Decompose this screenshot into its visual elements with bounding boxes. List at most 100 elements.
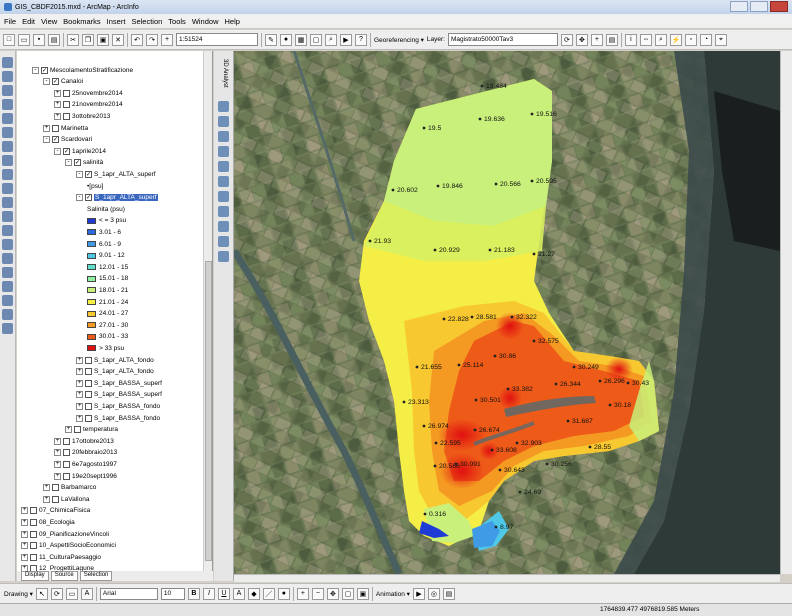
toc-row[interactable]: +09_PianificazioneVincoli	[21, 529, 109, 539]
arcglobe-icon[interactable]	[218, 251, 229, 262]
toc-row[interactable]: + S_1apr_BASSA_superf	[76, 390, 162, 400]
legend-swatch[interactable]	[87, 299, 96, 305]
layout-zoom-in-icon[interactable]: +	[296, 587, 309, 600]
legend-swatch[interactable]	[87, 287, 96, 294]
underline-icon[interactable]: U	[217, 587, 230, 600]
menu-window[interactable]: Window	[192, 17, 219, 26]
new-document-icon[interactable]: □	[3, 33, 15, 46]
hyperlink-tool-icon[interactable]	[2, 253, 13, 264]
toc-row[interactable]: +10_AspettiSocioEconomici	[21, 541, 116, 551]
layer-visibility-checkbox[interactable]	[63, 449, 70, 457]
collapse-icon[interactable]: -	[76, 170, 83, 178]
expand-icon[interactable]: +	[43, 484, 50, 492]
editor-icon[interactable]: ✎	[265, 33, 277, 46]
layer-visibility-checkbox[interactable]: ✓	[41, 66, 48, 74]
identify-tool-icon[interactable]	[2, 211, 13, 222]
animation-controls-icon[interactable]: ▶	[412, 587, 425, 600]
find-tool-icon[interactable]	[2, 225, 13, 236]
menu-edit[interactable]: Edit	[22, 17, 35, 26]
help-icon[interactable]: ?	[355, 33, 367, 46]
toc-row[interactable]: + S_1apr_BASSA_fondo	[76, 401, 160, 411]
toc-row[interactable]: + S_1apr_BASSA_fondo	[76, 413, 160, 423]
rotate-element-icon[interactable]: ⟳	[50, 587, 63, 600]
copy-icon[interactable]: ❐	[82, 33, 94, 46]
toc-row[interactable]: +17ottobre2013	[54, 436, 114, 446]
toc-row[interactable]: + temperatura	[65, 425, 118, 435]
menu-tools[interactable]: Tools	[168, 17, 186, 26]
python-icon[interactable]: ▶	[340, 33, 352, 46]
legend-swatch[interactable]	[87, 333, 96, 340]
expand-icon[interactable]: +	[54, 449, 61, 457]
cut-icon[interactable]: ✂	[67, 33, 79, 46]
expand-icon[interactable]: +	[54, 101, 61, 109]
toc-row[interactable]: • [psu]	[87, 181, 103, 191]
undo-icon[interactable]: ↶	[131, 33, 143, 46]
legend-swatch[interactable]	[87, 264, 96, 271]
swipe-icon[interactable]	[2, 309, 13, 320]
layer-visibility-checkbox[interactable]	[52, 124, 59, 132]
toc-row[interactable]: +08_Ecologia	[21, 517, 75, 527]
menu-file[interactable]: File	[4, 17, 16, 26]
toc-row[interactable]: - ✓ Canaloi	[43, 77, 83, 87]
select-elements-icon[interactable]: ↖	[35, 587, 48, 600]
expand-icon[interactable]: +	[65, 426, 72, 434]
layer-visibility-checkbox[interactable]	[85, 356, 92, 364]
animation-menu[interactable]: Animation ▾	[376, 590, 410, 598]
select-features-icon[interactable]	[2, 169, 13, 180]
expand-icon[interactable]: +	[43, 495, 50, 503]
legend-swatch[interactable]	[87, 345, 96, 352]
zoom-100-icon[interactable]: ▣	[356, 587, 369, 600]
layer-visibility-checkbox[interactable]	[30, 507, 37, 515]
font-color-icon[interactable]: A	[232, 587, 245, 600]
interpolate-line-icon[interactable]	[218, 191, 229, 202]
georeferencing-menu[interactable]: Georeferencing ▾	[374, 36, 424, 44]
expand-icon[interactable]: +	[76, 414, 83, 422]
toc-row[interactable]: +3ottobre2013	[54, 111, 110, 121]
georeference-layer-select[interactable]: Magistrato50000Tav3	[447, 33, 558, 46]
arcscene-icon[interactable]	[218, 236, 229, 247]
map-vertical-scrollbar[interactable]	[780, 51, 792, 574]
tab-selection[interactable]: Selection	[79, 571, 113, 581]
legend-swatch[interactable]	[87, 229, 96, 236]
expand-icon[interactable]: +	[76, 379, 83, 387]
map-scale-select[interactable]: 1:51524	[176, 33, 258, 46]
search-window-icon[interactable]: ⌕	[325, 33, 337, 46]
add-control-points-icon[interactable]: +	[590, 33, 603, 46]
delete-icon[interactable]: ✕	[112, 33, 124, 46]
bold-icon[interactable]: B	[187, 587, 200, 600]
create-viewer-icon[interactable]	[2, 295, 13, 306]
rectangle-icon[interactable]: ▭	[65, 587, 78, 600]
open-folder-icon[interactable]: ▭	[18, 33, 30, 46]
legend-swatch[interactable]	[87, 252, 96, 259]
fixed-zoom-out-icon[interactable]	[2, 99, 13, 110]
layer-visibility-checkbox[interactable]: ✓	[85, 170, 92, 178]
measure-tool-icon[interactable]	[2, 239, 13, 250]
toc-row[interactable]: +07_ChimicaFisica	[21, 506, 90, 516]
interpolate-polygon-icon[interactable]	[218, 221, 229, 232]
zoom-out-icon[interactable]	[2, 71, 13, 82]
layer-icon[interactable]	[218, 101, 229, 112]
expand-icon[interactable]: +	[54, 89, 61, 97]
close-button[interactable]	[770, 1, 788, 12]
toc-row[interactable]: Salinita (psu)	[87, 204, 125, 214]
expand-icon[interactable]: +	[76, 391, 83, 399]
menu-bookmarks[interactable]: Bookmarks	[63, 17, 101, 26]
map-view[interactable]: 19.484 19.5 19.636 19.516 20.602 19.846 20.566…	[234, 51, 780, 574]
expand-icon[interactable]: +	[21, 518, 28, 526]
expand-icon[interactable]: +	[54, 112, 61, 120]
collapse-icon[interactable]: -	[65, 159, 72, 167]
toc-row[interactable]: +11_CulturaPaesaggio	[21, 552, 101, 562]
font-select[interactable]: Arial	[99, 587, 158, 600]
toc-row[interactable]: - ✓ salinità	[65, 158, 103, 168]
toc-scrollbar[interactable]	[203, 51, 212, 571]
globe-icon[interactable]	[218, 116, 229, 127]
drawing-menu[interactable]: Drawing ▾	[4, 590, 33, 598]
maximize-button[interactable]	[750, 1, 768, 12]
legend-swatch[interactable]	[87, 275, 96, 282]
layer-visibility-checkbox[interactable]	[30, 553, 37, 561]
identify-icon[interactable]: i	[624, 33, 637, 46]
expand-icon[interactable]: +	[76, 356, 83, 364]
menu-insert[interactable]: Insert	[107, 17, 126, 26]
marker-color-icon[interactable]: ●	[277, 587, 290, 600]
italic-icon[interactable]: I	[202, 587, 215, 600]
